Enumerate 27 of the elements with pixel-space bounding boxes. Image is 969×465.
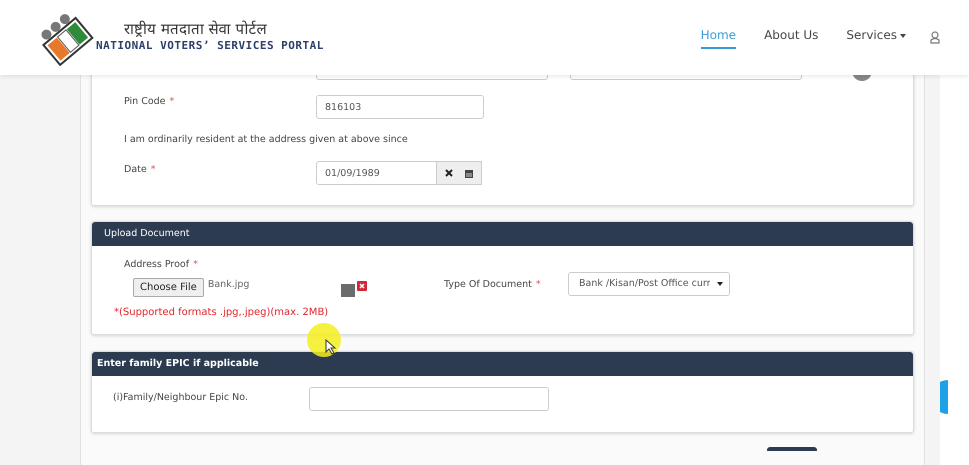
epic-number-field[interactable] bbox=[309, 387, 549, 411]
caret-icon bbox=[717, 282, 723, 286]
portal-title-hindi: राष्ट्रीय मतदाता सेवा पोर्टल bbox=[124, 21, 268, 38]
epic-number-label: (i)Family/Neighbour Epic No. bbox=[113, 391, 249, 405]
document-type-label: Type Of Document * bbox=[444, 278, 542, 292]
choose-file-button[interactable]: Choose File bbox=[133, 278, 204, 298]
calendar-icon[interactable] bbox=[465, 168, 473, 178]
file-name: Bank.jpg bbox=[208, 278, 250, 292]
portal-title: NATIONAL VOTERS’ SERVICES PORTAL bbox=[96, 38, 324, 54]
user-icon[interactable] bbox=[930, 31, 940, 44]
nav-link[interactable]: About Us bbox=[764, 26, 818, 49]
document-type-select[interactable]: Bank /Kisan/Post Office curr bbox=[568, 272, 730, 296]
caret-icon bbox=[900, 34, 906, 38]
address-proof-label: Address Proof * bbox=[124, 258, 199, 272]
nav-link[interactable]: Services bbox=[846, 26, 906, 49]
remove-icon[interactable] bbox=[357, 281, 368, 292]
upload-document-header: Upload Document bbox=[92, 222, 913, 246]
family-epic-header: Enter family EPIC if applicable bbox=[92, 352, 913, 376]
date-label: Date * bbox=[124, 163, 156, 178]
pin-code-label: Pin Code * bbox=[124, 95, 176, 109]
supported-formats-note: *(Supported formats .jpg,.jpeg)(max. 2MB) bbox=[114, 306, 330, 320]
date-field[interactable]: 01/09/1989 bbox=[316, 161, 437, 186]
cut-off-button[interactable] bbox=[767, 447, 817, 451]
image-thumbnail-icon bbox=[341, 284, 356, 298]
clear-icon[interactable] bbox=[445, 169, 453, 178]
resident-since-text: I am ordinarily resident at the address given at above since bbox=[123, 133, 409, 147]
pin-code-field[interactable]: 816103 bbox=[316, 95, 484, 119]
